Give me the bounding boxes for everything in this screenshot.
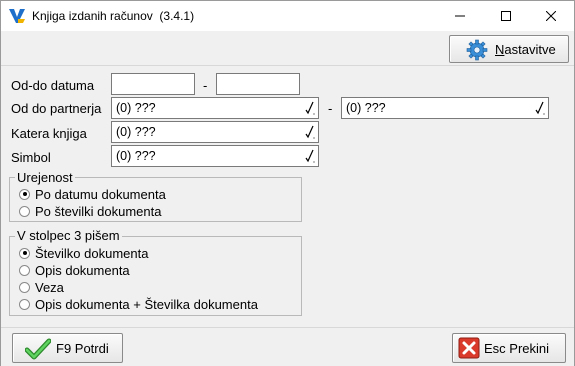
partner-to-value: (0) ???: [346, 101, 386, 115]
partner-range-label: Od do partnerja: [11, 101, 102, 116]
column3-option-label: Številko dokumenta: [35, 245, 149, 261]
date-range-separator: -: [203, 78, 208, 93]
partner-from-select[interactable]: (0) ???: [111, 97, 319, 119]
minimize-icon: [455, 15, 465, 17]
cancel-button[interactable]: Esc Prekini: [452, 333, 566, 363]
symbol-value: (0) ???: [116, 149, 156, 163]
symbol-select[interactable]: (0) ???: [111, 145, 319, 167]
column3-option-label: Opis dokumenta: [35, 262, 130, 278]
radio-button-selected[interactable]: [19, 247, 30, 259]
title-bar[interactable]: Knjiga izdanih računov (3.4.1): [1, 1, 574, 31]
picker-check-icon: [305, 101, 315, 115]
date-from-input[interactable]: [111, 73, 195, 95]
cancel-x-icon: [458, 337, 480, 359]
radio-button[interactable]: [19, 298, 30, 310]
picker-check-icon: [305, 149, 315, 163]
maximize-icon: [501, 11, 511, 21]
sort-option-label: Po številki dokumenta: [35, 203, 162, 219]
gear-icon: [466, 39, 488, 61]
partner-range-separator: -: [328, 101, 333, 116]
radio-button-selected[interactable]: [19, 188, 30, 200]
column3-option-label: Opis dokumenta + Številka dokumenta: [35, 296, 258, 312]
window-title: Knjiga izdanih računov (3.4.1): [32, 9, 195, 23]
checkmark-icon: [25, 338, 51, 360]
confirm-button[interactable]: F9 Potrdi: [12, 333, 123, 363]
sort-option-by-number[interactable]: Po številki dokumenta: [19, 203, 161, 219]
book-type-select[interactable]: (0) ???: [111, 121, 319, 143]
date-range-label: Od-do datuma: [11, 78, 95, 93]
column3-option-number[interactable]: Številko dokumenta: [19, 245, 148, 261]
settings-button[interactable]: Nastavitve: [449, 35, 569, 63]
partner-from-value: (0) ???: [116, 101, 156, 115]
radio-button[interactable]: [19, 205, 30, 217]
column3-option-link[interactable]: Veza: [19, 279, 64, 295]
close-icon: [546, 11, 556, 21]
close-button[interactable]: [528, 1, 574, 31]
column3-option-label: Veza: [35, 279, 64, 295]
book-type-value: (0) ???: [116, 125, 156, 139]
column3-option-description-number[interactable]: Opis dokumenta + Številka dokumenta: [19, 296, 258, 312]
cancel-button-label: Esc Prekini: [484, 341, 550, 356]
book-type-label: Katera knjiga: [11, 126, 87, 141]
confirm-button-label: F9 Potrdi: [56, 341, 109, 356]
maximize-button[interactable]: [483, 1, 529, 31]
sort-option-label: Po datumu dokumenta: [35, 186, 166, 202]
partner-to-select[interactable]: (0) ???: [341, 97, 549, 119]
app-logo-icon: [9, 9, 25, 23]
picker-check-icon: [305, 125, 315, 139]
date-to-input[interactable]: [216, 73, 300, 95]
column3-group-title: V stolpec 3 pišem: [15, 228, 122, 243]
column3-option-description[interactable]: Opis dokumenta: [19, 262, 130, 278]
symbol-label: Simbol: [11, 150, 51, 165]
picker-check-icon: [535, 101, 545, 115]
minimize-button[interactable]: [437, 1, 483, 31]
dialog-window: Knjiga izdanih računov (3.4.1) Nastavitv…: [0, 0, 575, 366]
radio-button[interactable]: [19, 264, 30, 276]
sorting-group-title: Urejenost: [15, 170, 75, 185]
radio-button[interactable]: [19, 281, 30, 293]
settings-button-label: Nastavitve: [495, 42, 556, 57]
sort-option-by-date[interactable]: Po datumu dokumenta: [19, 186, 166, 202]
